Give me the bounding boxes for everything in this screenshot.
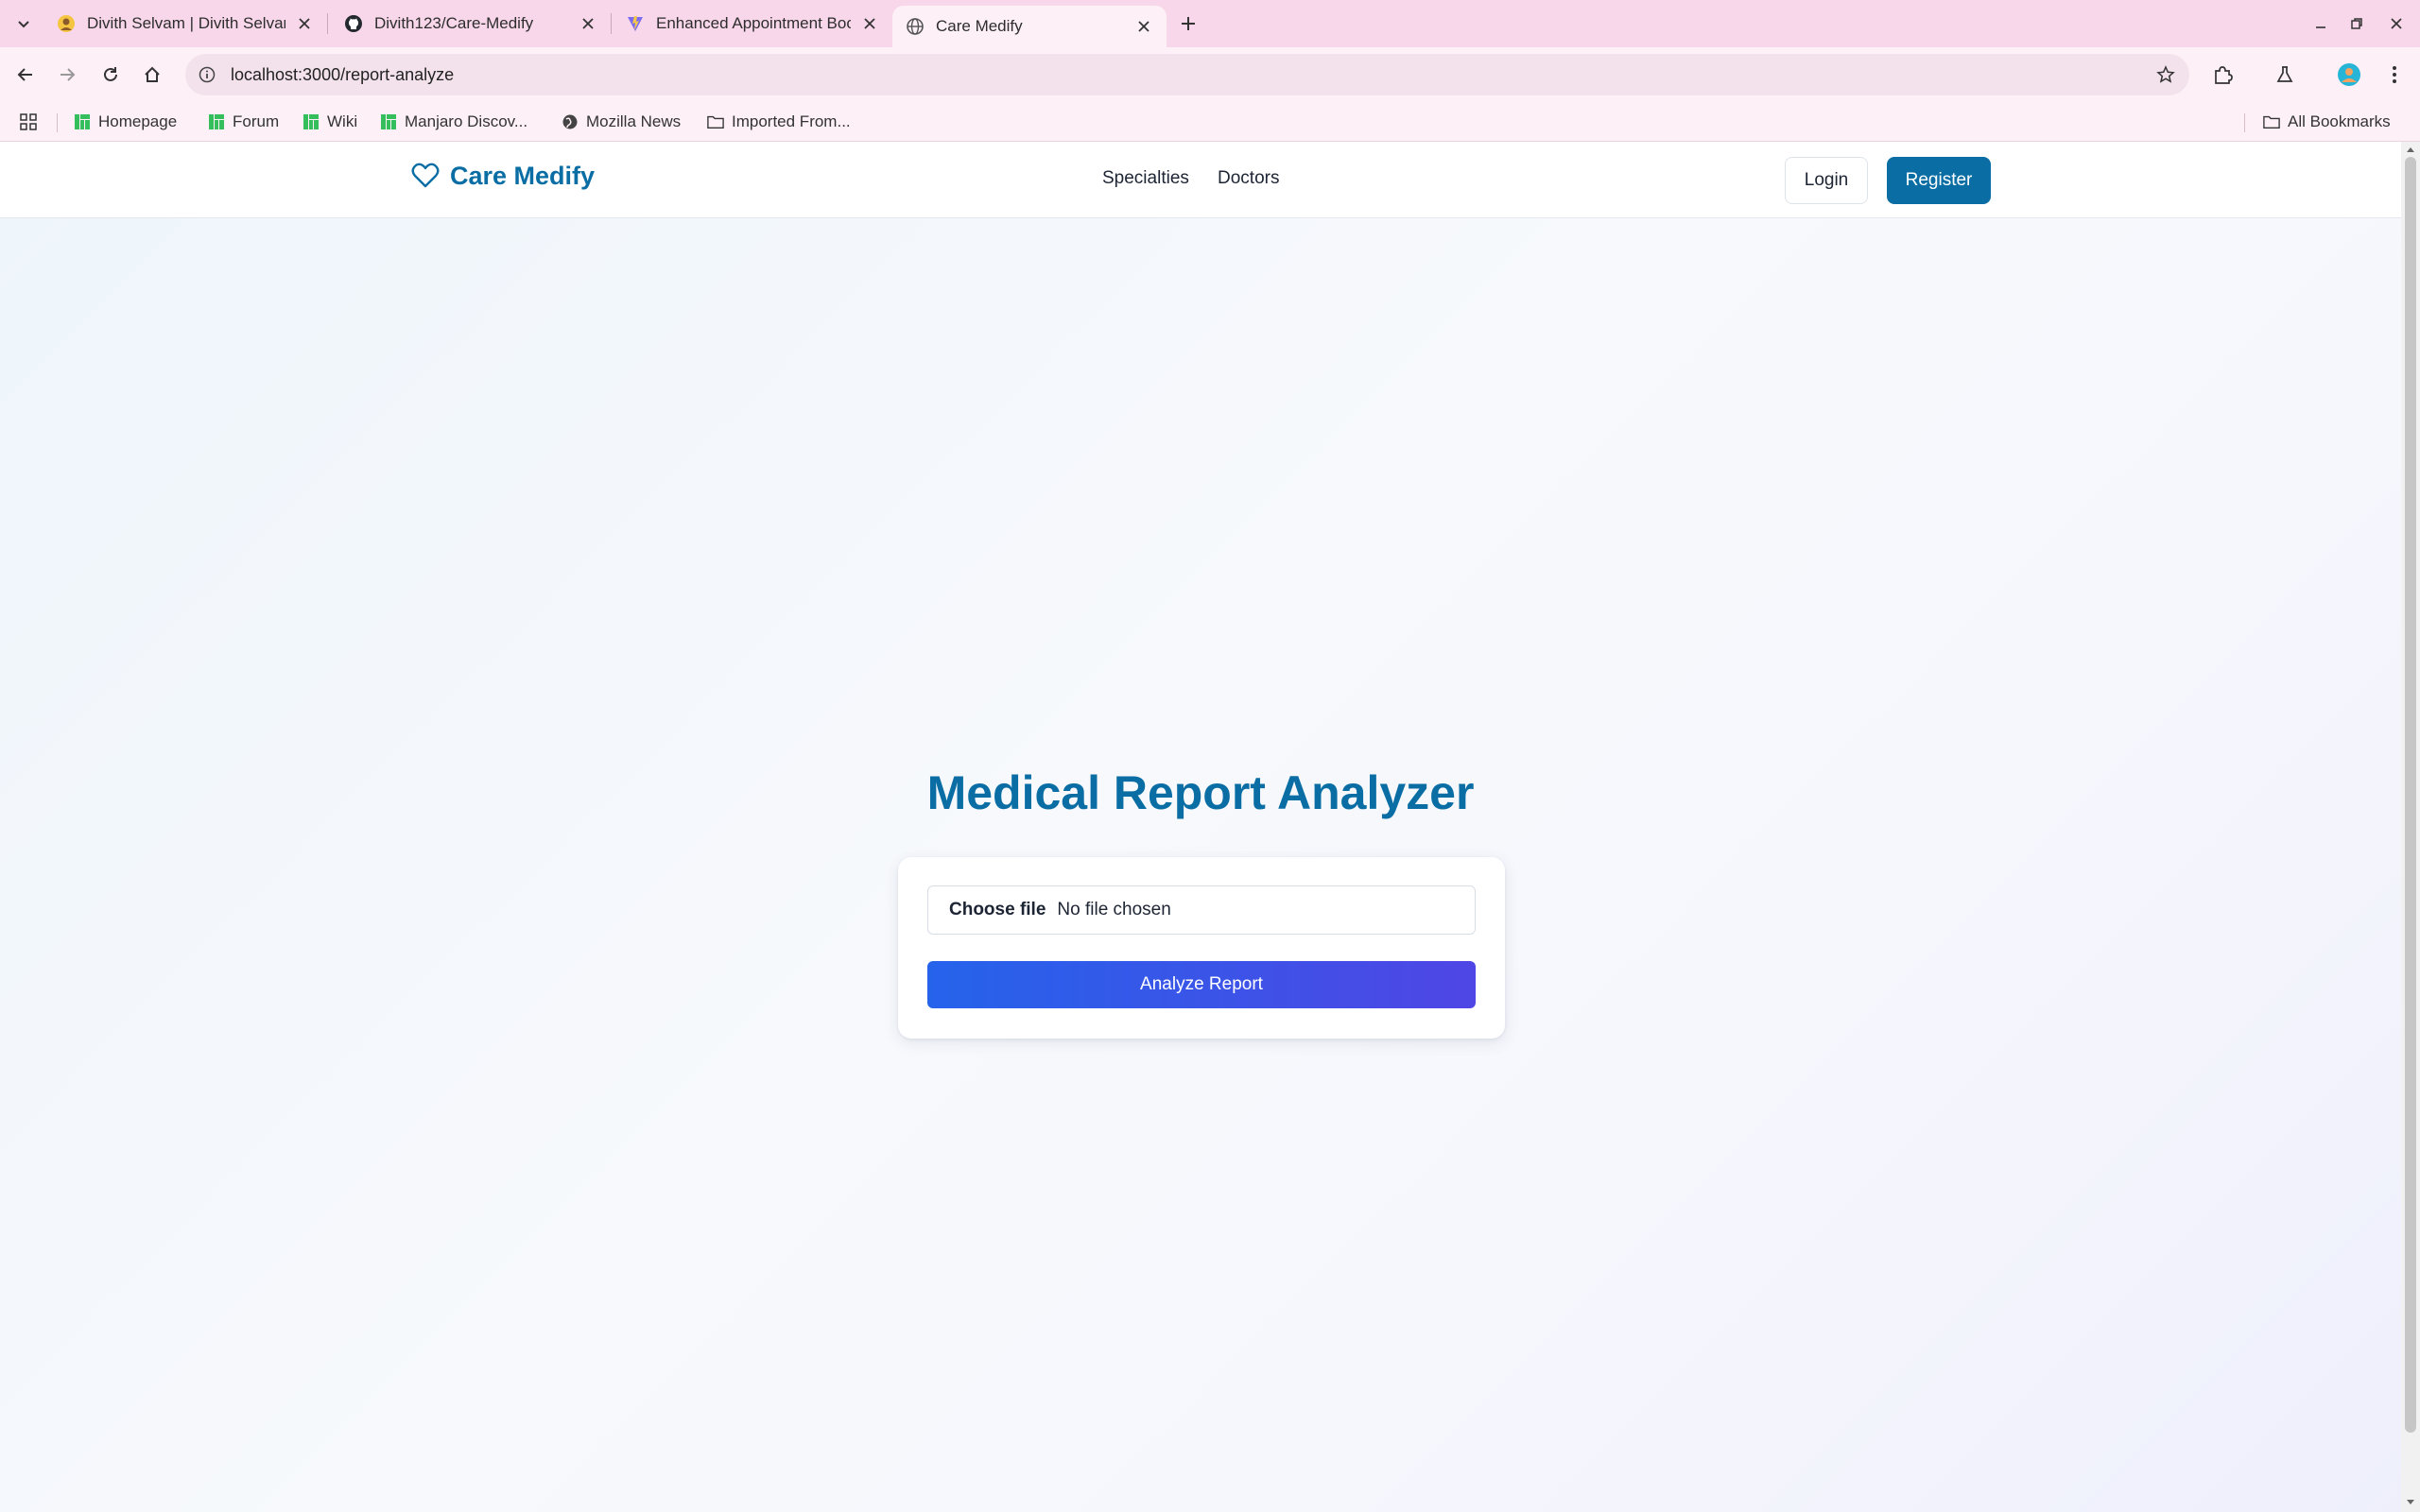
manjaro-icon bbox=[302, 113, 320, 130]
nav-link-specialties[interactable]: Specialties bbox=[1102, 168, 1189, 189]
bookmark-manjaro-discover[interactable]: Manjaro Discov... bbox=[380, 110, 527, 134]
bookmark-label: Homepage bbox=[98, 112, 178, 130]
address-bar[interactable]: localhost:3000/report-analyze bbox=[185, 54, 2189, 95]
bookmark-label: Imported From... bbox=[732, 112, 851, 130]
file-status-text: No file chosen bbox=[1057, 900, 1171, 919]
labs-flask-icon[interactable] bbox=[2271, 60, 2299, 89]
heart-icon bbox=[410, 161, 441, 191]
browser-tab[interactable]: Divith Selvam | Divith Selvam bbox=[43, 6, 327, 42]
bookmark-label: All Bookmarks bbox=[2288, 112, 2391, 130]
tab-title: Enhanced Appointment Booking bbox=[656, 14, 851, 32]
register-button[interactable]: Register bbox=[1887, 157, 1991, 204]
close-tab-icon[interactable] bbox=[1134, 17, 1153, 36]
close-tab-icon[interactable] bbox=[295, 14, 314, 33]
close-window-icon[interactable] bbox=[2384, 11, 2409, 36]
file-input[interactable]: Choose file No file chosen bbox=[927, 885, 1476, 935]
bookmark-separator bbox=[57, 113, 58, 132]
scrollbar-thumb[interactable] bbox=[2405, 157, 2416, 1433]
brand-logo-link[interactable]: Care Medify bbox=[410, 161, 595, 191]
choose-file-button[interactable]: Choose file bbox=[949, 900, 1046, 920]
bookmark-star-icon[interactable] bbox=[2155, 64, 2176, 85]
browser-tab[interactable]: Enhanced Appointment Booking bbox=[613, 6, 892, 42]
extensions-puzzle-icon[interactable] bbox=[2208, 60, 2237, 89]
upload-card: Choose file No file chosen Analyze Repor… bbox=[898, 857, 1505, 1039]
scroll-down-arrow-icon[interactable] bbox=[2405, 1497, 2416, 1508]
home-icon[interactable] bbox=[138, 60, 166, 89]
manjaro-icon bbox=[380, 113, 397, 130]
tab-title: Care Medify bbox=[936, 17, 1023, 35]
browser-menu-icon[interactable] bbox=[2380, 60, 2409, 89]
bookmark-forum[interactable]: Forum bbox=[208, 110, 279, 134]
bookmark-label: Wiki bbox=[327, 112, 358, 130]
page-scrollbar[interactable] bbox=[2401, 142, 2420, 1512]
url-text[interactable]: localhost:3000/report-analyze bbox=[231, 65, 454, 85]
globe-icon bbox=[906, 17, 925, 36]
folder-icon bbox=[707, 113, 724, 130]
bookmark-label: Mozilla News bbox=[586, 112, 682, 130]
page-title: Medical Report Analyzer bbox=[926, 766, 1475, 819]
bookmark-imported-folder[interactable]: Imported From... bbox=[707, 110, 851, 134]
forward-arrow-icon[interactable] bbox=[53, 60, 81, 89]
scroll-up-arrow-icon[interactable] bbox=[2405, 144, 2416, 155]
github-icon bbox=[344, 14, 363, 33]
bookmarks-bar: Homepage Forum Wiki Manjaro Discov... Mo… bbox=[0, 102, 2420, 142]
restore-window-icon[interactable] bbox=[2344, 11, 2369, 36]
close-tab-icon[interactable] bbox=[579, 14, 597, 33]
nav-link-doctors[interactable]: Doctors bbox=[1218, 168, 1279, 189]
bookmark-label: Manjaro Discov... bbox=[405, 112, 528, 130]
tab-separator bbox=[611, 13, 612, 34]
browser-tab-active[interactable]: Care Medify bbox=[892, 6, 1167, 47]
site-info-icon[interactable] bbox=[197, 64, 217, 85]
vite-icon bbox=[626, 14, 645, 33]
tab-search-chevron-icon[interactable] bbox=[11, 11, 36, 36]
browser-toolbar: localhost:3000/report-analyze bbox=[0, 47, 2420, 102]
tab-separator bbox=[327, 13, 328, 34]
manjaro-icon bbox=[208, 113, 225, 130]
globe-icon bbox=[562, 113, 579, 130]
manjaro-icon bbox=[74, 113, 91, 130]
all-bookmarks-folder[interactable]: All Bookmarks bbox=[2263, 110, 2391, 134]
brand-name: Care Medify bbox=[450, 161, 596, 190]
folder-icon bbox=[2263, 113, 2280, 130]
avatar-favicon-icon bbox=[57, 14, 76, 33]
page-viewport: Care Medify Specialties Doctors Login Re… bbox=[0, 142, 2420, 1512]
minimize-window-icon[interactable] bbox=[2308, 11, 2333, 36]
back-arrow-icon[interactable] bbox=[11, 60, 40, 89]
browser-tab-strip: Divith Selvam | Divith Selvam Divith123/… bbox=[0, 0, 2420, 47]
reload-icon[interactable] bbox=[96, 60, 125, 89]
tab-title: Divith Selvam | Divith Selvam bbox=[87, 14, 285, 32]
bookmark-separator bbox=[2244, 113, 2245, 132]
new-tab-plus-icon[interactable] bbox=[1176, 11, 1201, 36]
browser-tab[interactable]: Divith123/Care-Medify bbox=[331, 6, 611, 42]
analyze-report-button[interactable]: Analyze Report bbox=[927, 961, 1476, 1008]
login-button[interactable]: Login bbox=[1785, 157, 1868, 204]
apps-grid-icon[interactable] bbox=[19, 110, 38, 134]
bookmark-homepage[interactable]: Homepage bbox=[74, 110, 177, 134]
profile-avatar-icon[interactable] bbox=[2335, 60, 2363, 89]
site-header: Care Medify Specialties Doctors Login Re… bbox=[0, 142, 2401, 218]
bookmark-label: Forum bbox=[233, 112, 280, 130]
bookmark-mozilla-news[interactable]: Mozilla News bbox=[562, 110, 681, 134]
tab-title: Divith123/Care-Medify bbox=[374, 14, 534, 32]
bookmark-wiki[interactable]: Wiki bbox=[302, 110, 357, 134]
close-tab-icon[interactable] bbox=[860, 14, 879, 33]
